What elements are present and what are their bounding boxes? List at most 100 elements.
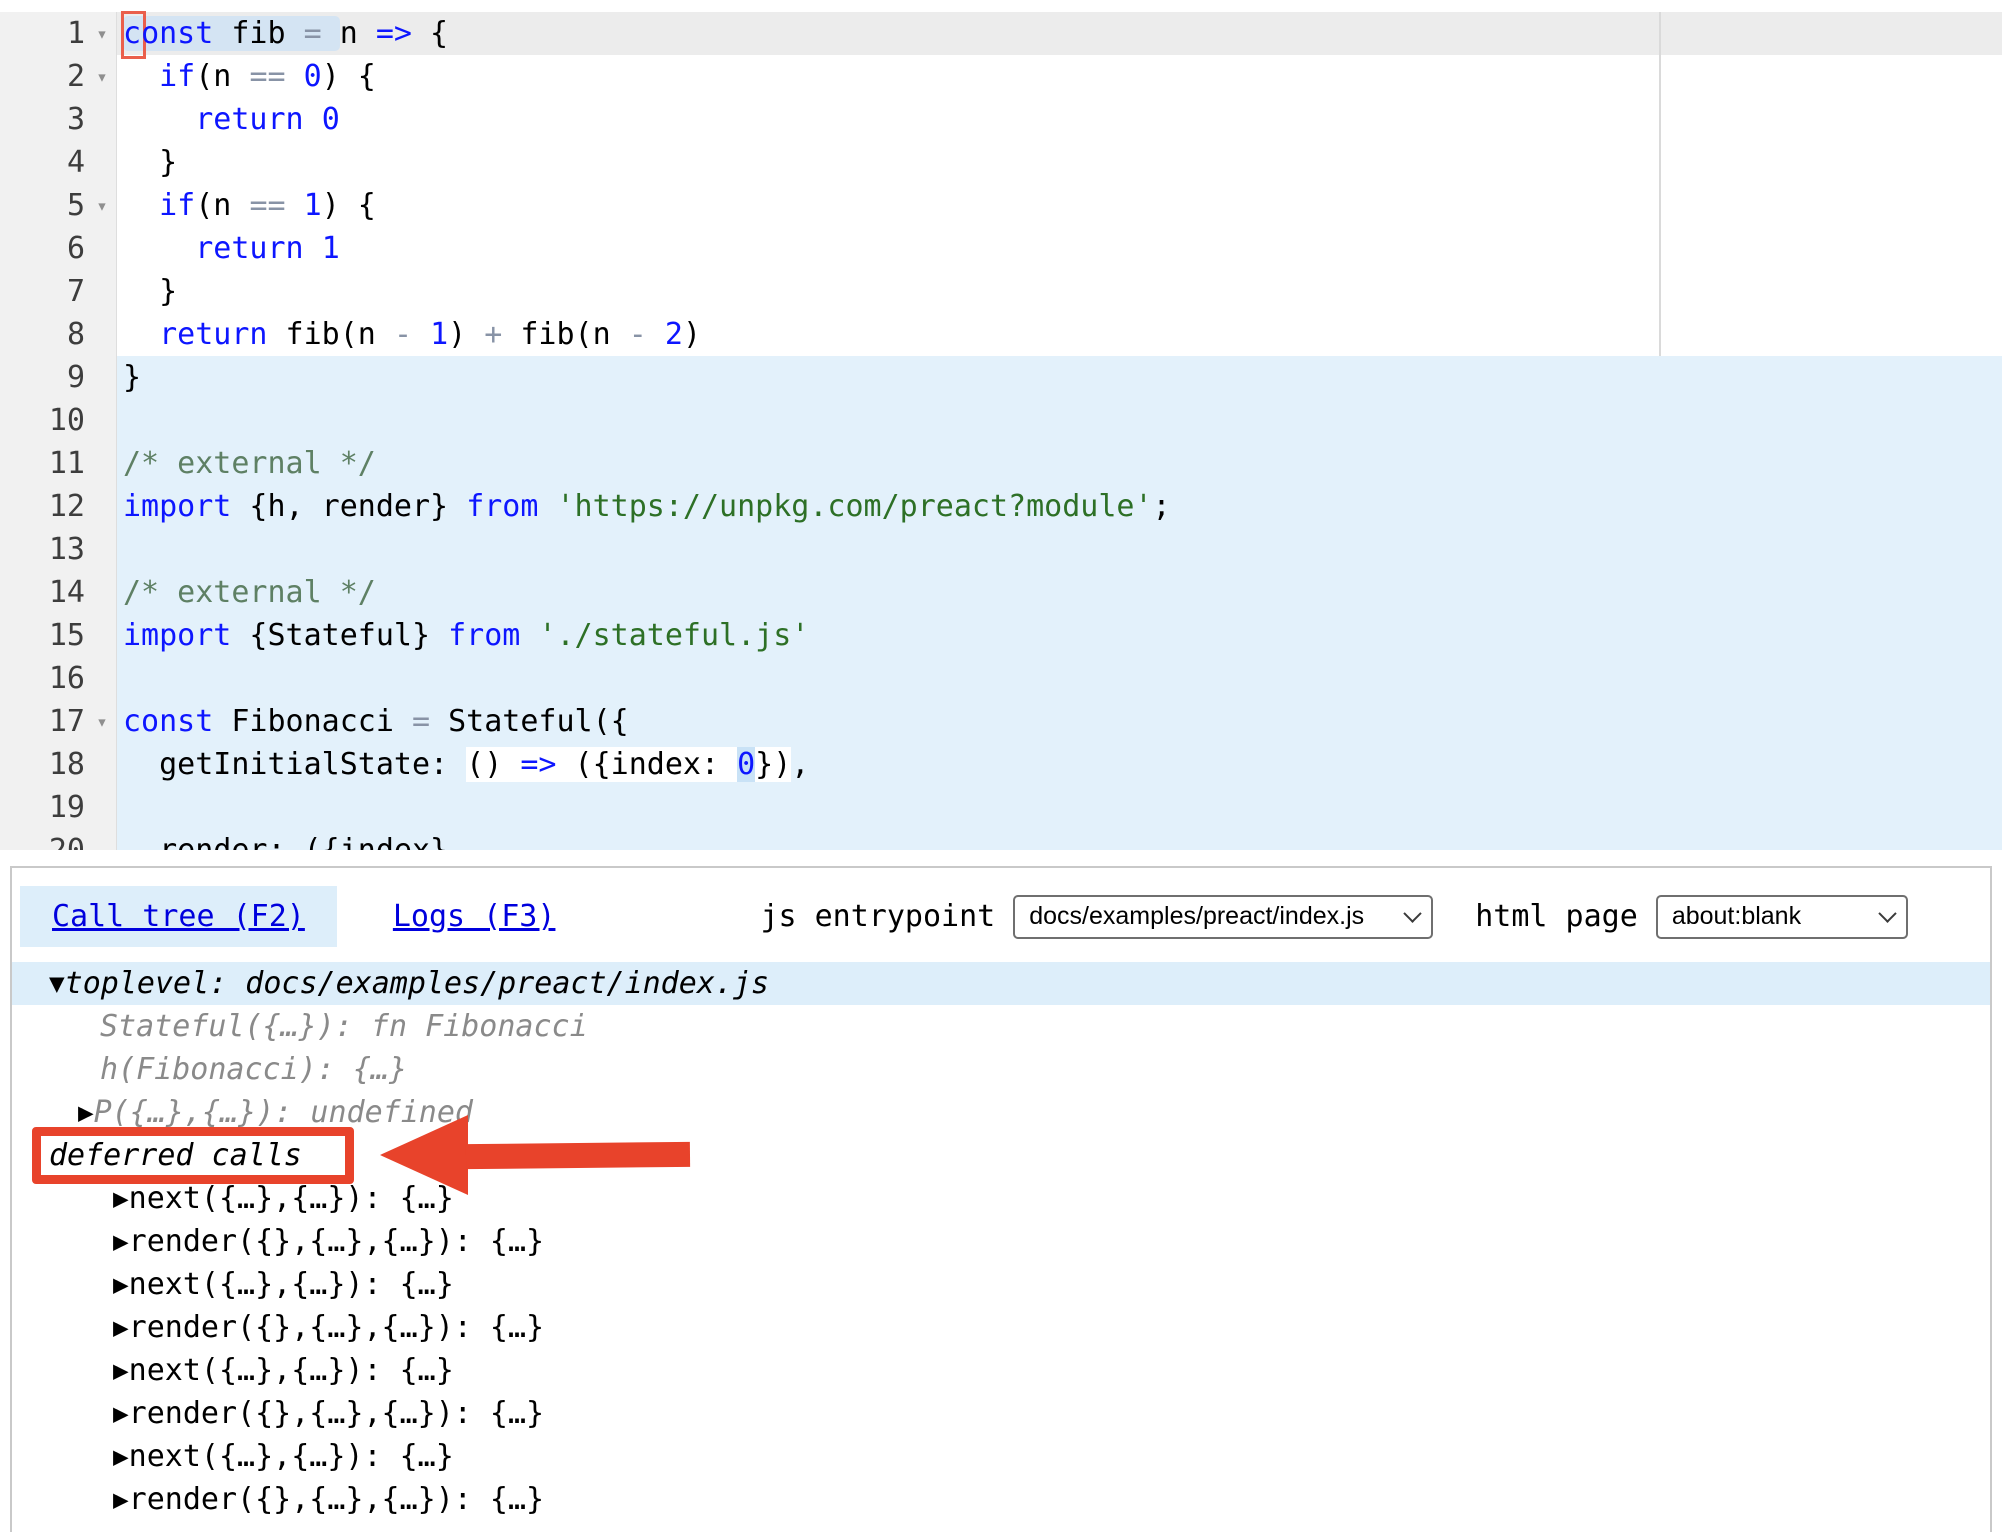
fold-toggle-icon[interactable]: ▾ [88, 66, 116, 88]
code-line[interactable]: 5▾ if(n == 1) { [0, 184, 2002, 227]
tree-row[interactable]: ▶render({},{…},{…}): {…} [12, 1306, 1990, 1349]
code-text[interactable] [117, 657, 2002, 700]
code-line[interactable]: 16 [0, 657, 2002, 700]
tree-row[interactable]: ▼toplevel: docs/examples/preact/index.js [12, 962, 1990, 1005]
code-line[interactable]: 14 /* external */ [0, 571, 2002, 614]
line-gutter: 15 [0, 614, 117, 657]
chevron-down-icon [1404, 904, 1422, 922]
code-line[interactable]: 17▾const Fibonacci = Stateful({ [0, 700, 2002, 743]
tree-row-label: P({…},{…}): undefined [94, 1095, 473, 1130]
code-text[interactable] [117, 528, 2002, 571]
code-text[interactable]: /* external */ [117, 571, 2002, 614]
column-ruler [1659, 12, 1661, 356]
line-number: 18 [49, 743, 88, 786]
panel-header: Call tree (F2) Logs (F3) js entrypoint d… [12, 868, 1990, 947]
code-text[interactable]: import {Stateful} from './stateful.js' [117, 614, 2002, 657]
line-gutter: 1▾ [0, 12, 117, 55]
code-line[interactable]: 20 render: ({index} [0, 829, 2002, 850]
line-gutter: 10 [0, 399, 117, 442]
code-text[interactable]: return 0 [117, 98, 2002, 141]
code-text[interactable]: /* external */ [117, 442, 2002, 485]
tree-row[interactable]: Stateful({…}): fn Fibonacci [12, 1005, 1990, 1048]
code-text[interactable] [117, 786, 2002, 829]
expand-arrow-icon[interactable]: ▶ [113, 1399, 129, 1429]
tree-row[interactable]: ▶next({…},{…}): {…} [12, 1349, 1990, 1392]
line-gutter: 12 [0, 485, 117, 528]
code-line[interactable]: 8 return fib(n - 1) + fib(n - 2) [0, 313, 2002, 356]
code-text[interactable]: const fib = n => { [117, 12, 2002, 55]
line-gutter: 19 [0, 786, 117, 829]
code-line[interactable]: 10 [0, 399, 2002, 442]
line-number: 5 [67, 184, 88, 227]
line-number: 12 [49, 485, 88, 528]
tree-row[interactable]: ▶next({…},{…}): {…} [12, 1263, 1990, 1306]
code-editor[interactable]: 1▾const fib = n => {2▾ if(n == 0) {3 ret… [0, 0, 2002, 850]
code-text[interactable]: if(n == 1) { [117, 184, 2002, 227]
expand-arrow-icon[interactable]: ▶ [113, 1313, 129, 1343]
expand-arrow-icon[interactable]: ▶ [78, 1098, 94, 1128]
code-text[interactable] [117, 399, 2002, 442]
line-number: 14 [49, 571, 88, 614]
tree-row[interactable]: ▶render({},{…},{…}): {…} [12, 1478, 1990, 1521]
expand-arrow-icon[interactable]: ▶ [113, 1442, 129, 1472]
expand-arrow-icon[interactable]: ▶ [113, 1184, 129, 1214]
code-text[interactable]: render: ({index} [117, 829, 2002, 850]
line-number: 17 [49, 700, 88, 743]
js-entrypoint-select[interactable]: docs/examples/preact/index.js [1013, 895, 1433, 939]
html-page-select[interactable]: about:blank [1656, 895, 1908, 939]
expand-arrow-icon[interactable]: ▶ [113, 1270, 129, 1300]
tab-logs[interactable]: Logs (F3) [383, 886, 566, 947]
expand-arrow-icon[interactable]: ▶ [113, 1356, 129, 1386]
tree-row-label: render({},{…},{…}): {…} [129, 1310, 544, 1345]
tree-row[interactable]: deferred calls [12, 1134, 1990, 1177]
line-gutter: 18 [0, 743, 117, 786]
fold-toggle-icon[interactable]: ▾ [88, 195, 116, 217]
js-entrypoint-value: docs/examples/preact/index.js [1029, 902, 1364, 931]
tree-row[interactable]: ▶next({…},{…}): {…} [12, 1435, 1990, 1478]
tree-row[interactable]: ▶render({},{…},{…}): {…} [12, 1392, 1990, 1435]
code-text[interactable]: } [117, 141, 2002, 184]
code-text[interactable]: } [117, 270, 2002, 313]
code-line[interactable]: 9} [0, 356, 2002, 399]
line-number: 4 [67, 141, 88, 184]
fold-toggle-icon[interactable]: ▾ [88, 23, 116, 45]
fold-toggle-icon[interactable]: ▾ [88, 711, 116, 733]
line-gutter: 8 [0, 313, 117, 356]
code-text[interactable]: return fib(n - 1) + fib(n - 2) [117, 313, 2002, 356]
code-text[interactable]: if(n == 0) { [117, 55, 2002, 98]
line-gutter: 9 [0, 356, 117, 399]
code-text[interactable]: import {h, render} from 'https://unpkg.c… [117, 485, 2002, 528]
code-line[interactable]: 4 } [0, 141, 2002, 184]
code-line[interactable]: 12 import {h, render} from 'https://unpkg… [0, 485, 2002, 528]
code-line[interactable]: 7 } [0, 270, 2002, 313]
line-gutter: 16 [0, 657, 117, 700]
tab-call-tree[interactable]: Call tree (F2) [20, 886, 337, 947]
code-text[interactable]: return 1 [117, 227, 2002, 270]
html-page-value: about:blank [1672, 902, 1801, 931]
code-line[interactable]: 2▾ if(n == 0) { [0, 55, 2002, 98]
code-line[interactable]: 6 return 1 [0, 227, 2002, 270]
expand-arrow-icon[interactable]: ▶ [113, 1485, 129, 1515]
expand-arrow-icon[interactable]: ▶ [113, 1227, 129, 1257]
code-text[interactable]: getInitialState: () => ({index: 0}), [117, 743, 2002, 786]
line-number: 15 [49, 614, 88, 657]
tree-row[interactable]: h(Fibonacci): {…} [12, 1048, 1990, 1091]
code-line[interactable]: 18 getInitialState: () => ({index: 0}), [0, 743, 2002, 786]
line-gutter: 7 [0, 270, 117, 313]
collapse-arrow-icon[interactable]: ▼ [49, 969, 65, 999]
code-text[interactable]: const Fibonacci = Stateful({ [117, 700, 2002, 743]
code-line[interactable]: 15 import {Stateful} from './stateful.js' [0, 614, 2002, 657]
line-gutter: 6 [0, 227, 117, 270]
code-lines: 1▾const fib = n => {2▾ if(n == 0) {3 ret… [0, 0, 2002, 850]
line-gutter: 5▾ [0, 184, 117, 227]
code-line[interactable]: 11/* external */ [0, 442, 2002, 485]
line-gutter: 17▾ [0, 700, 117, 743]
tree-row-label: next({…},{…}): {…} [129, 1439, 454, 1474]
code-text[interactable]: } [117, 356, 2002, 399]
tree-row-label: h(Fibonacci): {…} [100, 1052, 407, 1087]
code-line[interactable]: 19 [0, 786, 2002, 829]
tree-row[interactable]: ▶render({},{…},{…}): {…} [12, 1220, 1990, 1263]
code-line[interactable]: 1▾const fib = n => { [0, 12, 2002, 55]
code-line[interactable]: 3 return 0 [0, 98, 2002, 141]
code-line[interactable]: 13 [0, 528, 2002, 571]
